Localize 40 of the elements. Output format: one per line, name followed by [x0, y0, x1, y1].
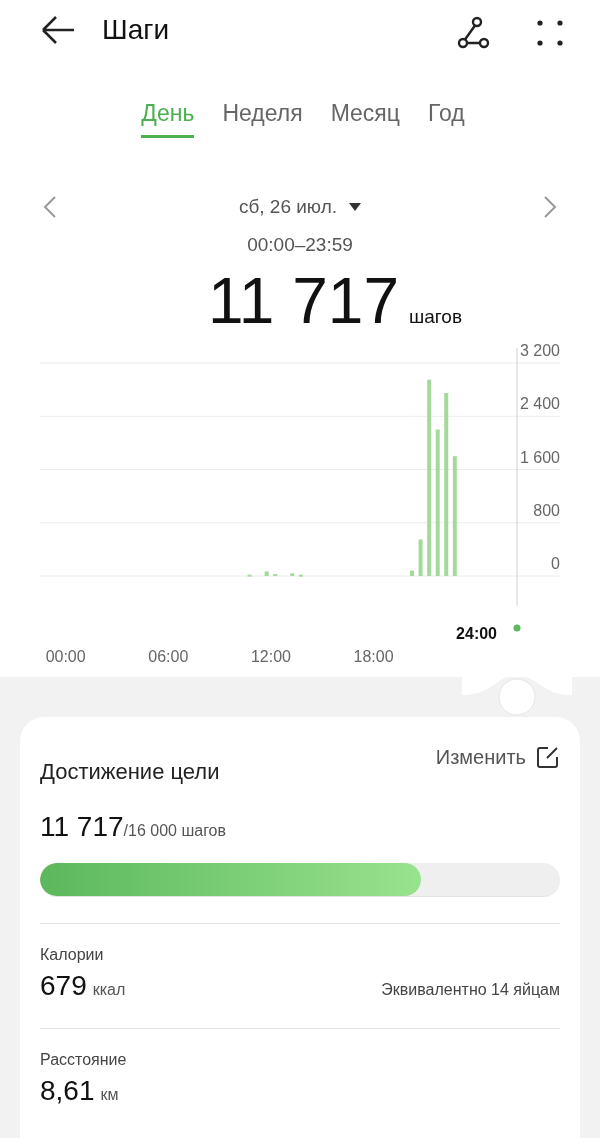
chart-bar	[264, 571, 269, 576]
time-slider-handle[interactable]	[462, 675, 572, 719]
edit-icon	[536, 745, 560, 769]
cursor-time: 24:00	[456, 625, 497, 642]
step-unit: шагов	[409, 306, 462, 328]
stat-note: Эквивалентно 14 яйцам	[381, 981, 560, 999]
axis-label: 06:00	[148, 648, 189, 665]
axis-label: 3 200	[519, 342, 560, 359]
goal-progress-value: 11 717	[40, 811, 124, 843]
stat-unit: км	[100, 1086, 119, 1103]
axis-label: 18:00	[353, 648, 394, 665]
chart-bar	[247, 574, 252, 577]
tab[interactable]: Год	[428, 100, 465, 138]
chart-bar	[290, 573, 295, 576]
chart-bar	[410, 570, 415, 576]
cursor-dot	[513, 624, 521, 632]
goal-target: /16 000 шагов	[123, 822, 226, 840]
step-count: 11 717	[208, 264, 399, 338]
chart-bar	[298, 574, 303, 577]
axis-label: 00:00	[45, 648, 86, 665]
page-title: Шаги	[102, 14, 170, 46]
edit-button[interactable]: Изменить	[435, 745, 560, 769]
date-picker[interactable]: сб, 26 июл.	[238, 196, 362, 218]
stat-unit: ккал	[92, 981, 126, 998]
stat-label: Расстояние	[40, 1051, 128, 1069]
chart-bar	[418, 539, 423, 576]
tab[interactable]: Месяц	[330, 100, 400, 138]
axis-label: 800	[533, 501, 560, 519]
stat-label: Калории	[40, 946, 105, 964]
time-range: 00:00–23:59	[246, 234, 354, 256]
axis-label: 1 600	[519, 448, 560, 466]
axis-label: 0	[551, 555, 560, 572]
back-icon[interactable]	[40, 15, 76, 45]
stat-value: 8,61	[40, 1075, 95, 1106]
axis-label: 2 400	[519, 395, 560, 413]
caret-icon	[349, 202, 362, 212]
axis-label: 12:00	[250, 648, 291, 665]
tab[interactable]: Неделя	[222, 100, 303, 138]
card-title: Достижение цели	[40, 759, 220, 785]
stat-value: 679	[40, 970, 87, 1001]
